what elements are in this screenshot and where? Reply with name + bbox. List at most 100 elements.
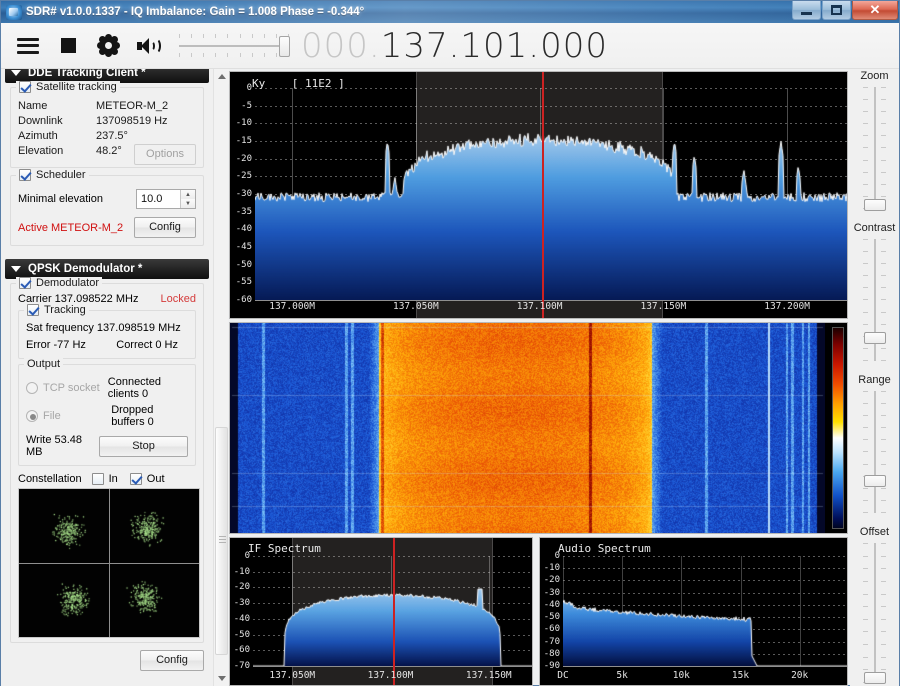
minimal-elevation-stepper[interactable]: ▲▼ xyxy=(180,190,195,208)
panel-header-qpsk-demodulator[interactable]: QPSK Demodulator * xyxy=(5,259,209,279)
collapse-caret-icon-qpsk xyxy=(11,266,21,272)
zoom-thumb[interactable] xyxy=(864,199,886,211)
if-y-tick: -10 xyxy=(234,567,250,577)
display-controls-column: Zoom Contrast Range xyxy=(850,69,899,686)
audio-y-tick: -80 xyxy=(544,649,560,659)
active-satellite-status: Active METEOR-M_2 xyxy=(18,222,123,234)
demodulator-header: Demodulator xyxy=(16,277,102,289)
satellite-tracking-checkbox[interactable] xyxy=(19,81,31,93)
output-group: Output TCP socket Connected clients 0 Fi… xyxy=(18,364,196,466)
demodulator-checkbox[interactable] xyxy=(19,277,31,289)
if-y-tick: -20 xyxy=(234,582,250,592)
audio-spectrum-y-axis: 0-10-20-30-40-50-60-70-80-90 xyxy=(540,556,562,666)
range-ticks-right xyxy=(881,391,886,513)
offset-slider-label: Offset xyxy=(850,525,899,539)
contrast-thumb[interactable] xyxy=(864,332,886,344)
volume-button[interactable] xyxy=(131,29,165,63)
title-bar: SDR# v1.0.0.1337 - IQ Imbalance: Gain = … xyxy=(1,1,899,23)
waterfall-panel[interactable] xyxy=(229,322,848,534)
rf-y-tick: -10 xyxy=(236,118,252,128)
satellite-tracking-label: Satellite tracking xyxy=(36,81,117,93)
constellation-out-checkbox[interactable] xyxy=(130,473,142,485)
constellation-in-checkbox[interactable] xyxy=(92,473,104,485)
stop-button[interactable] xyxy=(51,29,85,63)
settings-button[interactable] xyxy=(91,29,125,63)
qpsk-config-button[interactable]: Config xyxy=(140,650,204,671)
scrollbar-grip xyxy=(219,536,226,543)
if-x-tick: 137.150M xyxy=(466,670,512,681)
contrast-slider-label: Contrast xyxy=(850,221,899,235)
scheduler-checkbox[interactable] xyxy=(19,169,31,181)
rf-carrier-marker[interactable] xyxy=(542,72,544,318)
rf-spectrum-y-axis: 0-5-10-15-20-25-30-35-40-45-50-55-60 xyxy=(230,88,254,300)
audio-x-tick: 15k xyxy=(732,670,749,681)
chevron-up-icon xyxy=(218,74,226,79)
label-downlink: Downlink xyxy=(18,115,96,127)
scroll-up-button[interactable] xyxy=(214,69,229,84)
range-slider[interactable] xyxy=(850,387,899,517)
write-size-text: Write 53.48 MB xyxy=(26,434,99,458)
minimize-button[interactable] xyxy=(792,1,821,20)
range-ticks-left xyxy=(863,391,868,513)
zoom-slider-group: Zoom xyxy=(850,69,899,213)
left-panel-scrollbar[interactable] xyxy=(213,69,228,686)
volume-slider[interactable] xyxy=(179,31,289,61)
stop-recording-button[interactable]: Stop xyxy=(99,436,188,457)
volume-thumb[interactable] xyxy=(279,36,290,57)
range-slider-label: Range xyxy=(850,373,899,387)
audio-spectrum-x-axis: DC5k10k15k20k xyxy=(563,670,847,683)
scroll-down-button[interactable] xyxy=(214,671,229,686)
rf-x-tick: 137.000M xyxy=(269,301,315,312)
left-panel-column: DDE Tracking Client * Satellite tracking… xyxy=(1,69,213,686)
audio-spectrum-panel[interactable]: Audio Spectrum 0-10-20-30-40-50-60-70-80… xyxy=(539,537,848,686)
scheduler-config-button[interactable]: Config xyxy=(134,217,196,238)
waterfall-display xyxy=(230,323,825,533)
rf-y-tick: -5 xyxy=(241,101,252,111)
volume-ticks-top xyxy=(179,34,289,38)
rf-y-tick: -15 xyxy=(236,136,252,146)
offset-thumb[interactable] xyxy=(864,672,886,684)
scrollbar-thumb[interactable] xyxy=(215,427,228,655)
window-title: SDR# v1.0.0.1337 - IQ Imbalance: Gain = … xyxy=(26,6,364,18)
options-button[interactable]: Options xyxy=(134,144,196,165)
frequency-display[interactable]: 000.137.101.000 xyxy=(301,26,608,66)
rf-spectrum-title: Ky [ 11E2 ] xyxy=(252,77,345,90)
main-toolbar: 000.137.101.000 xyxy=(1,23,899,69)
range-track xyxy=(874,391,876,513)
close-button[interactable]: ✕ xyxy=(852,1,898,20)
label-elevation: Elevation xyxy=(18,145,96,157)
qpsk-panel-body: Demodulator Carrier 137.098522 MHz Locke… xyxy=(5,279,209,677)
if-spectrum-panel[interactable]: IF Spectrum 0-10-20-30-40-50-60-70 137.0… xyxy=(229,537,533,686)
sdrsharp-window: SDR# v1.0.0.1337 - IQ Imbalance: Gain = … xyxy=(0,0,900,686)
range-thumb[interactable] xyxy=(864,475,886,487)
if-x-tick: 137.100M xyxy=(368,670,414,681)
audio-spectrum-trace xyxy=(563,556,847,666)
sdr-app-icon xyxy=(6,5,22,20)
tracking-label: Tracking xyxy=(44,304,86,316)
if-carrier-marker[interactable] xyxy=(393,538,395,685)
contrast-slider[interactable] xyxy=(850,235,899,365)
rf-y-tick: -20 xyxy=(236,154,252,164)
rf-y-tick: -55 xyxy=(236,277,252,287)
tcp-socket-radio[interactable] xyxy=(26,382,38,394)
value-azimuth: 237.5° xyxy=(96,130,196,142)
minimal-elevation-input[interactable]: 10.0 ▲▼ xyxy=(136,189,196,209)
tracking-checkbox[interactable] xyxy=(27,304,39,316)
offset-slider[interactable] xyxy=(850,539,899,686)
volume-track xyxy=(179,45,289,47)
tracking-group: Tracking Sat frequency 137.098519 MHz Er… xyxy=(18,310,196,359)
scheduler-label: Scheduler xyxy=(36,169,86,181)
rf-spectrum-panel[interactable]: Ky [ 11E2 ] 0-5-10-15-20-25-30-35-40-45-… xyxy=(229,71,848,319)
menu-button[interactable] xyxy=(11,29,45,63)
rf-spectrum-trace xyxy=(255,88,847,300)
collapse-caret-icon xyxy=(11,70,21,76)
rf-x-tick: 137.150M xyxy=(640,301,686,312)
range-slider-group: Range xyxy=(850,373,899,517)
label-azimuth: Azimuth xyxy=(18,130,96,142)
minimal-elevation-value: 10.0 xyxy=(141,193,162,205)
frequency-value: 137.101.000 xyxy=(381,26,608,66)
maximize-button[interactable] xyxy=(822,1,851,20)
lock-status-badge: Locked xyxy=(161,293,196,305)
file-radio[interactable] xyxy=(26,410,38,422)
zoom-slider[interactable] xyxy=(850,83,899,213)
